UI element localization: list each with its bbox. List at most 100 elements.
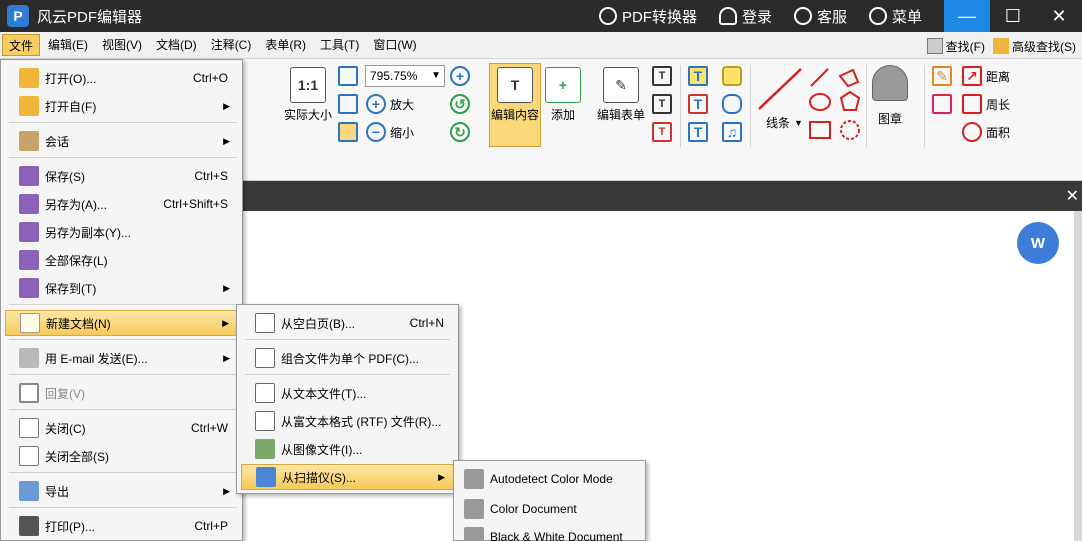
gears-icon xyxy=(464,527,484,541)
menu-item-save[interactable]: 保存(S) Ctrl+S xyxy=(5,163,240,189)
callout-tool[interactable]: T xyxy=(652,122,672,142)
speaker-icon: ♫ xyxy=(722,122,742,142)
menu-item-open[interactable]: 打开(O)... Ctrl+O xyxy=(5,65,240,91)
eraser-tool[interactable] xyxy=(932,94,952,114)
menu-item-from-blank-page[interactable]: 从空白页(B)... Ctrl+N xyxy=(241,310,456,336)
pdf-converter-button[interactable]: PDF转换器 xyxy=(598,6,697,27)
menu-document[interactable]: 文档(D) xyxy=(150,34,203,56)
menu-item-print[interactable]: 打印(P)... Ctrl+P xyxy=(5,513,240,539)
text-box-icon: T xyxy=(652,94,672,114)
service-button[interactable]: 客服 xyxy=(793,6,847,27)
lines-dropdown[interactable]: 线条 ▼ xyxy=(766,114,803,131)
floating-assistant-icon[interactable]: W xyxy=(1017,222,1059,264)
advanced-find-button[interactable]: 高级查找(S) xyxy=(993,35,1076,57)
menu-item-save-to[interactable]: 保存到(T) ▶ xyxy=(5,275,240,301)
zoom-level-select[interactable]: 795.75% ▼ xyxy=(365,65,445,87)
menu-item-from-rtf-file[interactable]: 从富文本格式 (RTF) 文件(R)... xyxy=(241,408,456,434)
eraser-icon xyxy=(932,94,952,114)
pencil-icon: ✎ xyxy=(932,66,952,86)
sound-tool[interactable]: ♫ xyxy=(722,122,742,142)
main-menu-button[interactable]: 菜单 xyxy=(868,6,922,27)
close-window-button[interactable]: ✕ xyxy=(1036,0,1082,32)
menu-item-save-as[interactable]: 另存为(A)... Ctrl+Shift+S xyxy=(5,191,240,217)
find-button[interactable]: 查找(F) xyxy=(926,35,985,57)
text-box-tool[interactable]: T xyxy=(652,94,672,114)
save-icon xyxy=(19,166,39,186)
close-all-icon xyxy=(19,446,39,466)
rotate-right-button[interactable]: ↻ xyxy=(450,122,470,142)
menu-window[interactable]: 窗口(W) xyxy=(367,34,422,56)
gears-icon xyxy=(464,499,484,519)
menu-form[interactable]: 表单(R) xyxy=(259,34,312,56)
fit-width-button[interactable] xyxy=(338,94,358,114)
menu-item-from-image-file[interactable]: 从图像文件(I)... xyxy=(241,436,456,462)
zoom-in-tool[interactable]: + xyxy=(450,66,470,86)
note-tool[interactable] xyxy=(722,66,742,86)
underline-tool[interactable]: T xyxy=(688,122,708,142)
fit-visible-icon xyxy=(338,122,358,142)
revert-icon xyxy=(19,383,39,403)
menu-item-close[interactable]: 关闭(C) Ctrl+W xyxy=(5,415,240,441)
menu-item-open-from[interactable]: 打开自(F) ▶ xyxy=(5,93,240,119)
callout-icon: T xyxy=(652,122,672,142)
app-title: 风云PDF编辑器 xyxy=(37,8,143,26)
pencil-tool[interactable]: ✎ xyxy=(932,66,952,86)
close-document-icon[interactable]: ✕ xyxy=(1066,186,1079,206)
menu-item-combine-files[interactable]: 组合文件为单个 PDF(C)... xyxy=(241,345,456,371)
line-tool-icon[interactable] xyxy=(755,65,805,115)
maximize-button[interactable]: ☐ xyxy=(990,0,1036,32)
distance-tool[interactable]: ↗ 距离 xyxy=(962,66,1010,86)
edit-form-button[interactable]: ✎ 编辑表单 xyxy=(597,67,645,123)
menu-item-session[interactable]: 会话 ▶ xyxy=(5,128,240,154)
highlight-text-tool[interactable]: T xyxy=(688,66,708,86)
zoom-out-button[interactable]: − 缩小 xyxy=(366,122,414,142)
rotate-right-icon: ↻ xyxy=(450,122,470,142)
attach-file-tool[interactable] xyxy=(722,94,742,114)
area-tool[interactable]: 面积 xyxy=(962,122,1010,142)
menu-tools[interactable]: 工具(T) xyxy=(314,34,365,56)
scanner-submenu: Autodetect Color Mode Color Document Bla… xyxy=(453,460,646,541)
vertical-scrollbar[interactable] xyxy=(1074,211,1082,541)
menu-comment[interactable]: 注释(C) xyxy=(205,34,258,56)
zoom-in-button[interactable]: + 放大 xyxy=(366,94,414,114)
text-field-tool[interactable]: T xyxy=(652,66,672,86)
menu-file[interactable]: 文件 xyxy=(2,34,41,56)
perimeter-tool[interactable]: 周长 xyxy=(962,94,1010,114)
menu-item-revert: 回复(V) xyxy=(5,380,240,406)
stamp-button[interactable]: 图章 xyxy=(872,65,908,127)
add-button[interactable]: + 添加 xyxy=(545,67,581,123)
actual-size-button[interactable]: 1:1 实际大小 xyxy=(284,67,332,123)
actual-size-icon: 1:1 xyxy=(290,67,326,103)
menu-item-autodetect-color[interactable]: Autodetect Color Mode xyxy=(458,466,643,492)
menu-item-from-scanner[interactable]: 从扫描仪(S)... ▶ xyxy=(241,464,456,490)
menu-item-from-text-file[interactable]: 从文本文件(T)... xyxy=(241,380,456,406)
menu-item-new-document[interactable]: 新建文档(N) ▶ xyxy=(5,310,240,336)
shape-tools-icons[interactable] xyxy=(808,66,868,144)
minimize-button[interactable]: — xyxy=(944,0,990,32)
menu-item-close-all[interactable]: 关闭全部(S) xyxy=(5,443,240,469)
login-button[interactable]: 登录 xyxy=(718,6,772,27)
paperclip-icon xyxy=(722,94,742,114)
menu-item-color-document[interactable]: Color Document xyxy=(458,496,643,522)
rotate-left-button[interactable]: ↺ xyxy=(450,94,470,114)
folder-search-icon xyxy=(993,38,1009,54)
submenu-arrow-icon: ▶ xyxy=(223,100,230,111)
blank-page-icon xyxy=(255,313,275,333)
plus-circle-icon: + xyxy=(366,94,386,114)
submenu-arrow-icon: ▶ xyxy=(222,317,229,328)
menu-item-save-all[interactable]: 全部保存(L) xyxy=(5,247,240,273)
minus-circle-icon: − xyxy=(366,122,386,142)
menu-item-send-email[interactable]: 用 E-mail 发送(E)... ▶ xyxy=(5,345,240,371)
menu-item-bw-document[interactable]: Black & White Document xyxy=(458,524,643,541)
menu-view[interactable]: 视图(V) xyxy=(96,34,148,56)
strikeout-tool[interactable]: T xyxy=(688,94,708,114)
rtf-file-icon xyxy=(255,411,275,431)
menu-item-export[interactable]: 导出 ▶ xyxy=(5,478,240,504)
menu-item-save-copy[interactable]: 另存为副本(Y)... xyxy=(5,219,240,245)
fit-visible-button[interactable] xyxy=(338,122,358,142)
fit-page-button[interactable] xyxy=(338,66,358,86)
distance-icon: ↗ xyxy=(962,66,982,86)
menu-edit[interactable]: 编辑(E) xyxy=(42,34,94,56)
rotate-left-icon: ↺ xyxy=(450,94,470,114)
save-all-icon xyxy=(19,250,39,270)
